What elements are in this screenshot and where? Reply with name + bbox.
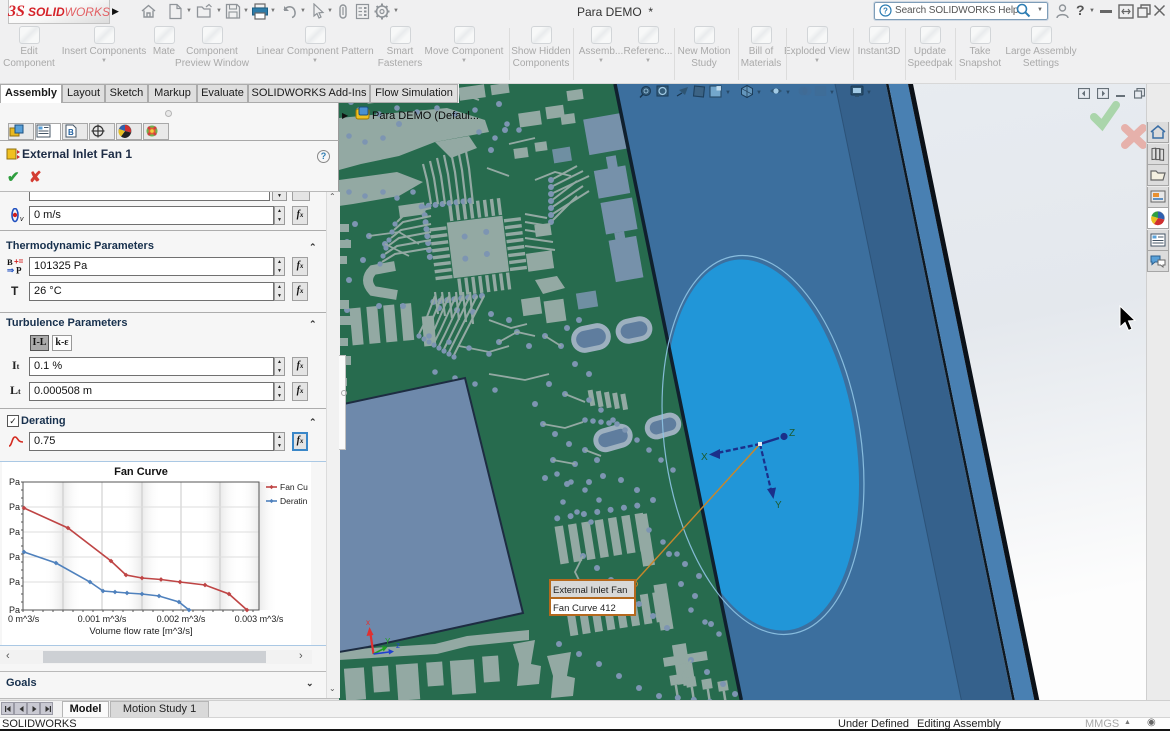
svg-text:⇒: ⇒: [7, 265, 15, 274]
svg-text:Para DEMO (Defaul...: Para DEMO (Defaul...: [372, 110, 479, 122]
svg-text:?: ?: [883, 7, 888, 16]
svg-text:0.002 m^3/s: 0.002 m^3/s: [157, 614, 206, 624]
svg-text:Deratin: Deratin: [280, 496, 308, 506]
svg-text:Volume flow rate [m^3/s]: Volume flow rate [m^3/s]: [89, 626, 192, 637]
svg-text:Y: Y: [775, 500, 782, 511]
svg-text:Fan Cu: Fan Cu: [280, 482, 308, 492]
svg-text:External Inlet Fan: External Inlet Fan: [553, 585, 627, 596]
svg-text:Pa: Pa: [9, 477, 20, 487]
svg-text:z: z: [396, 641, 400, 650]
svg-text:v: v: [20, 216, 24, 223]
svg-text:Y: Y: [385, 637, 391, 646]
svg-text:Fan Curve 412: Fan Curve 412: [553, 603, 616, 614]
svg-text:P: P: [16, 266, 22, 275]
svg-text:Pa: Pa: [9, 577, 20, 587]
svg-text:X: X: [701, 452, 708, 463]
svg-text:▼: ▼: [725, 90, 731, 96]
svg-text:▼: ▼: [785, 90, 791, 96]
svg-text:B: B: [68, 128, 74, 137]
svg-text:Fan Curve: Fan Curve: [114, 466, 168, 478]
svg-text:Pa: Pa: [9, 527, 20, 537]
svg-text:0.001 m^3/s: 0.001 m^3/s: [78, 614, 127, 624]
svg-text:▼: ▼: [829, 90, 835, 96]
svg-text:▼: ▼: [756, 90, 762, 96]
svg-text:Pa: Pa: [9, 502, 20, 512]
svg-text:0 m^3/s: 0 m^3/s: [8, 614, 40, 624]
svg-text:Z: Z: [789, 428, 795, 439]
svg-text:x: x: [366, 618, 370, 627]
svg-text:Pa: Pa: [9, 552, 20, 562]
svg-text:▼: ▼: [866, 90, 872, 96]
svg-text:▶: ▶: [342, 111, 349, 120]
svg-text:0.003 m^3/s: 0.003 m^3/s: [235, 614, 284, 624]
